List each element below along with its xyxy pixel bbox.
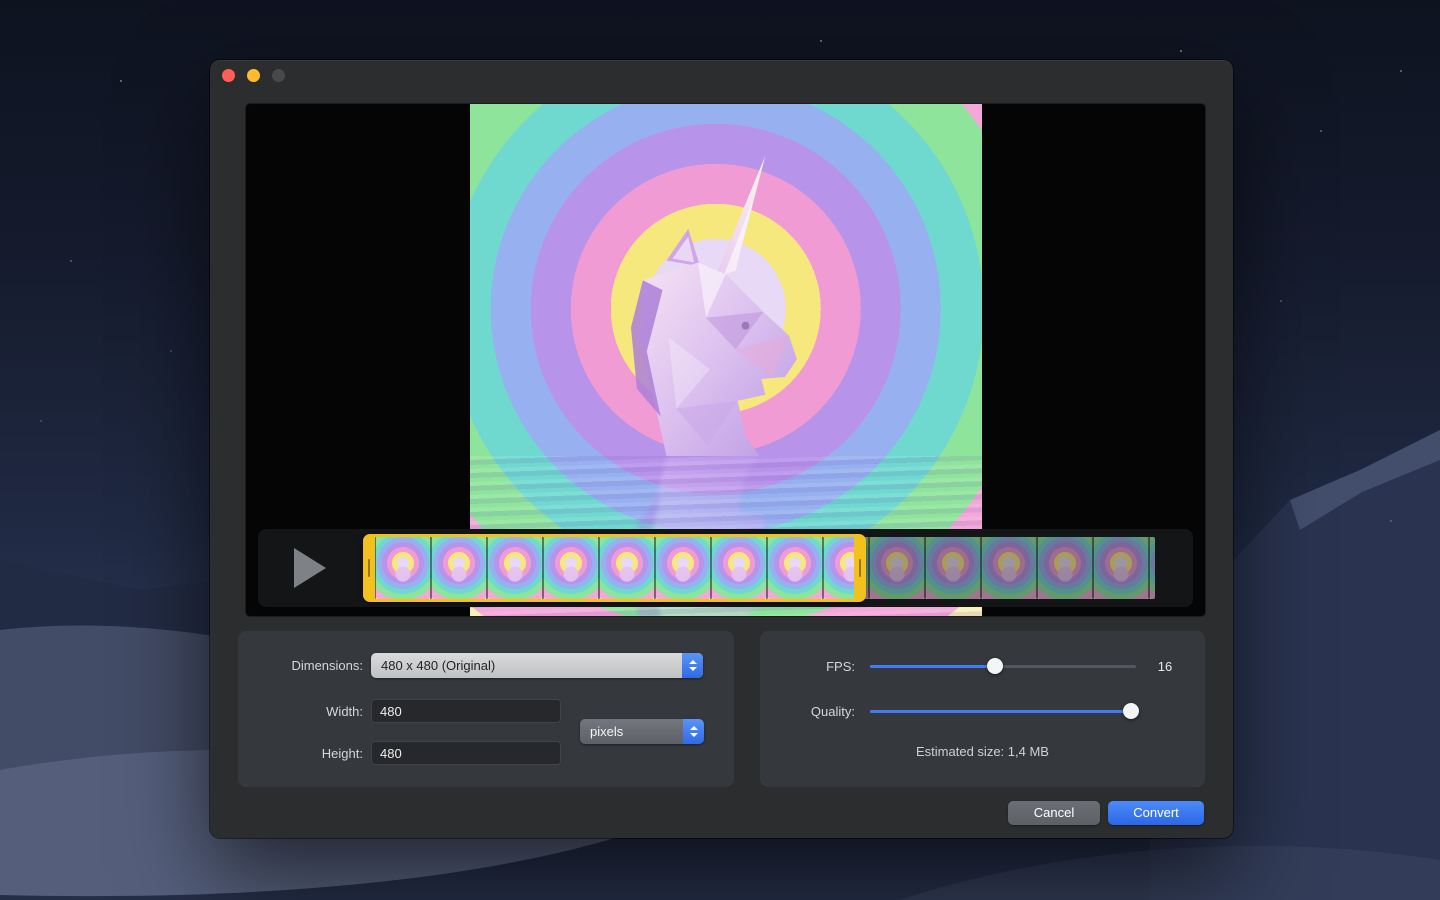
- trim-selected-frames[interactable]: [375, 537, 854, 599]
- chevron-up-down-icon: [683, 719, 704, 744]
- chevron-up-down-icon: [682, 653, 703, 678]
- quality-slider-fill: [870, 710, 1131, 713]
- output-panel: FPS: 16 Quality: Estimated size: 1,4 MB: [760, 631, 1205, 787]
- width-label: Width:: [258, 699, 363, 724]
- fps-label: FPS:: [780, 654, 855, 679]
- timeline-trimmer: [258, 529, 1193, 607]
- close-button[interactable]: [222, 69, 235, 82]
- desktop-wallpaper: Dimensions: 480 x 480 (Original) Width: …: [0, 0, 1440, 900]
- zoom-button[interactable]: [272, 69, 285, 82]
- height-label: Height:: [258, 741, 363, 766]
- unicorn-artwork: [550, 140, 866, 456]
- dimensions-popup[interactable]: 480 x 480 (Original): [371, 653, 703, 678]
- dimensions-label: Dimensions:: [258, 653, 363, 678]
- width-input[interactable]: [371, 699, 561, 723]
- quality-label: Quality:: [780, 699, 855, 724]
- height-input[interactable]: [371, 741, 561, 765]
- unit-popup[interactable]: pixels: [580, 719, 704, 744]
- convert-button[interactable]: Convert: [1108, 801, 1204, 825]
- fps-value: 16: [1140, 654, 1190, 679]
- minimize-button[interactable]: [247, 69, 260, 82]
- app-window: Dimensions: 480 x 480 (Original) Width: …: [210, 60, 1233, 838]
- fps-slider[interactable]: [870, 658, 1136, 674]
- unit-popup-value: pixels: [590, 724, 623, 739]
- quality-slider[interactable]: [870, 703, 1136, 719]
- video-preview-area: [246, 104, 1205, 616]
- stars: [0, 0, 2, 2]
- fps-slider-fill: [870, 665, 995, 668]
- dimensions-panel: Dimensions: 480 x 480 (Original) Width: …: [238, 631, 734, 787]
- trim-handle-right[interactable]: [859, 559, 861, 577]
- trim-selection[interactable]: [363, 534, 866, 602]
- quality-slider-knob[interactable]: [1123, 703, 1139, 719]
- play-icon[interactable]: [294, 548, 326, 588]
- fps-slider-knob[interactable]: [987, 658, 1003, 674]
- cancel-button[interactable]: Cancel: [1008, 801, 1100, 825]
- trim-handle-left[interactable]: [368, 559, 370, 577]
- estimated-size-text: Estimated size: 1,4 MB: [760, 744, 1205, 759]
- dimensions-popup-value: 480 x 480 (Original): [381, 658, 495, 673]
